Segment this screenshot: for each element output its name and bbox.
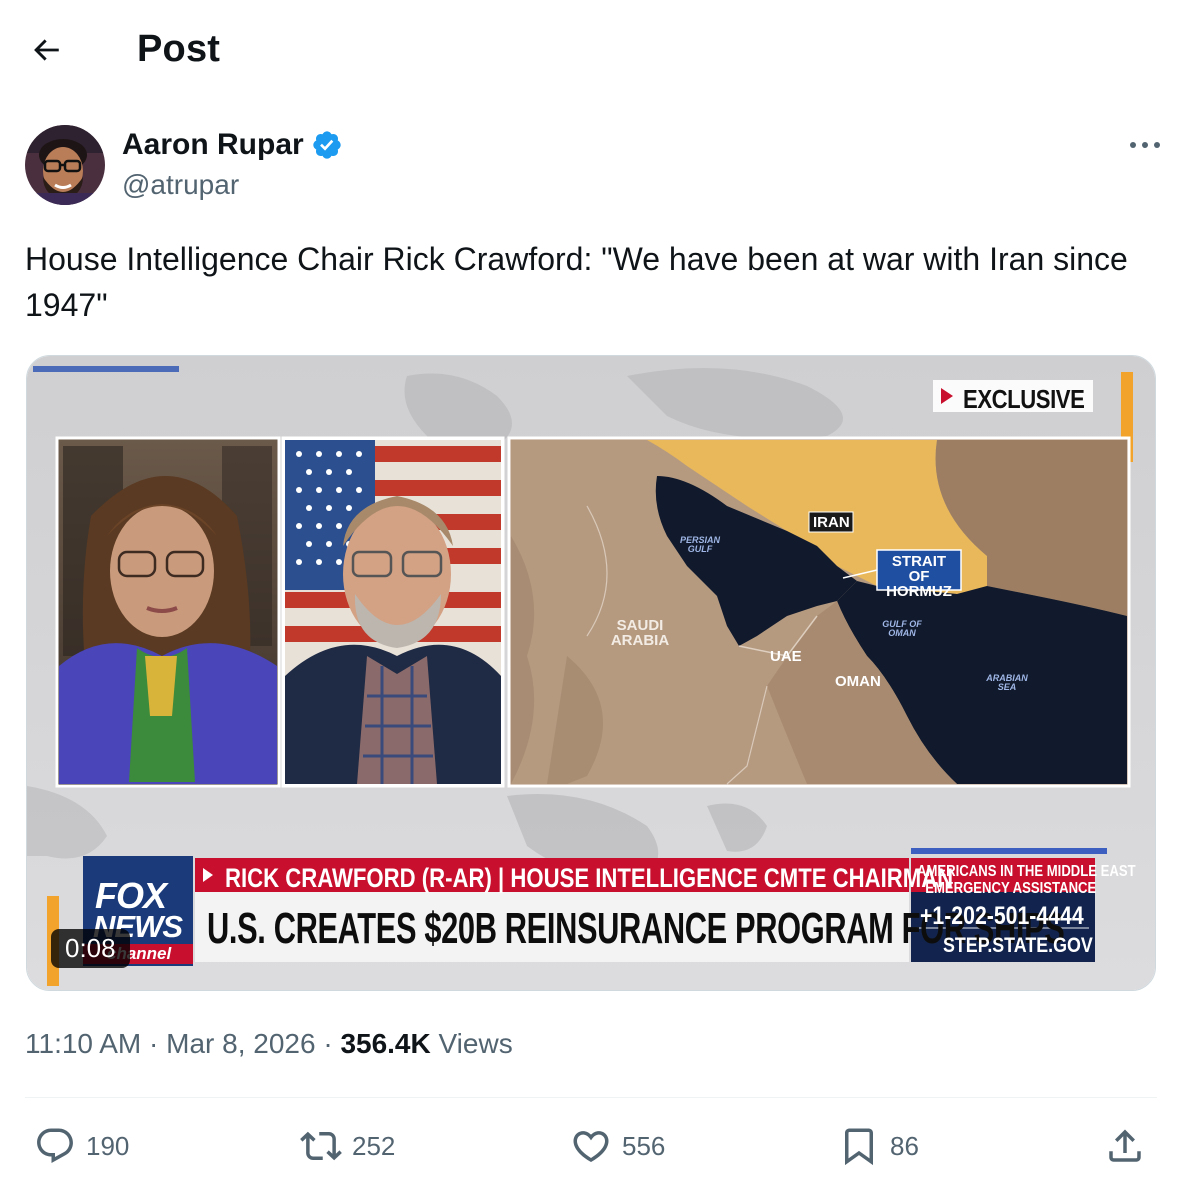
map-label-uae: UAE xyxy=(770,648,802,665)
map-label-oman: OMAN xyxy=(835,673,881,690)
top-bar: Post xyxy=(0,0,1186,100)
side-panel-title-line1: AMERICANS IN THE MIDDLE EAST xyxy=(917,863,1136,880)
bookmark-count: 86 xyxy=(890,1130,919,1161)
side-panel-phone: +1-202-501-4444 xyxy=(920,902,1084,930)
divider xyxy=(25,1097,1157,1098)
share-icon xyxy=(1109,1129,1141,1162)
reply-button[interactable]: 190 xyxy=(34,1118,129,1174)
side-panel-title: AMERICANS IN THE MIDDLE EAST EMERGENCY A… xyxy=(917,863,1136,897)
side-panel-website: STEP.STATE.GOV xyxy=(943,934,1093,957)
exclusive-badge: EXCLUSIVE xyxy=(963,384,1085,414)
reply-count: 190 xyxy=(86,1130,130,1161)
meta-separator: · xyxy=(149,1028,167,1059)
video-player[interactable]: EXCLUSIVE FOX NEWS channel RICK CRAWFORD… xyxy=(26,355,1156,991)
author-name-line[interactable]: Aaron Rupar xyxy=(122,128,343,162)
like-count: 556 xyxy=(622,1130,666,1161)
meta-separator: · xyxy=(323,1028,341,1059)
post-meta: 11:10 AM · Mar 8, 2026 · 356.4K Views xyxy=(25,1028,513,1060)
post-actions: 190 252 556 86 xyxy=(0,1118,1186,1178)
side-panel-title-line2: EMERGENCY ASSISTANCE xyxy=(925,880,1097,897)
post-author: Aaron Rupar @atrupar xyxy=(25,125,1165,207)
bookmark-icon xyxy=(845,1128,873,1166)
author-display-name: Aaron Rupar xyxy=(122,128,304,161)
map-label-gulf-of-oman: GULF OF OMAN xyxy=(882,619,922,638)
views-label: Views xyxy=(438,1028,513,1059)
verified-badge-icon xyxy=(313,131,341,159)
like-button[interactable]: 556 xyxy=(570,1118,665,1174)
arrow-left-icon xyxy=(34,39,59,61)
post-date[interactable]: Mar 8, 2026 xyxy=(166,1028,315,1059)
post-time[interactable]: 11:10 AM xyxy=(25,1028,141,1059)
repost-count: 252 xyxy=(352,1130,396,1161)
views-count: 356.4K xyxy=(340,1028,431,1059)
map-label-persian-gulf: PERSIAN GULF xyxy=(679,535,720,554)
more-options-button[interactable] xyxy=(1125,130,1165,160)
chyron-name-line: RICK CRAWFORD (R-AR) | HOUSE INTELLIGENC… xyxy=(225,863,954,893)
reply-icon xyxy=(37,1128,73,1163)
repost-icon xyxy=(300,1131,342,1161)
bookmark-button[interactable]: 86 xyxy=(838,1118,919,1174)
heart-icon xyxy=(573,1131,609,1163)
back-button[interactable] xyxy=(22,26,70,74)
map-label-iran: IRAN xyxy=(813,514,850,531)
share-button[interactable] xyxy=(1104,1118,1146,1174)
video-duration: 0:08 xyxy=(51,929,130,968)
more-dots-icon xyxy=(1130,142,1160,148)
map-label-saudi-arabia: SAUDI ARABIA xyxy=(610,617,670,649)
avatar[interactable] xyxy=(25,125,105,205)
post-text: House Intelligence Chair Rick Crawford: … xyxy=(25,241,1128,323)
map-label-strait: STRAIT OF HORMUZ xyxy=(886,553,952,600)
author-handle[interactable]: @atrupar xyxy=(122,169,239,201)
page-title: Post xyxy=(137,28,221,70)
repost-button[interactable]: 252 xyxy=(300,1118,395,1174)
map-label-arabian-sea: ARABIAN SEA xyxy=(986,673,1028,692)
